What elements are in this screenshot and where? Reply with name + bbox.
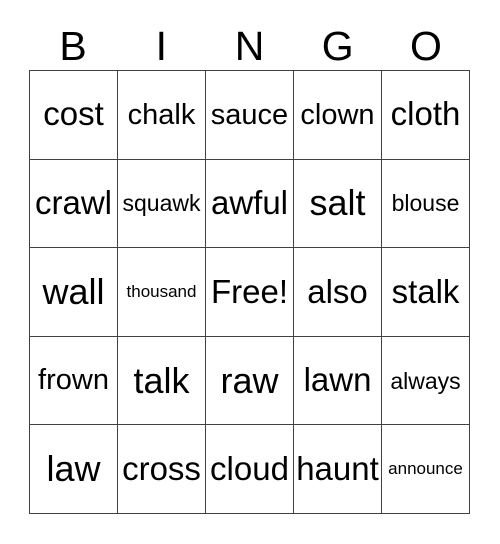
- bingo-cell-label: squawk: [122, 190, 201, 217]
- bingo-row: frown talk raw lawn always: [30, 336, 470, 426]
- bingo-cell-label: salt: [309, 182, 366, 224]
- bingo-cell[interactable]: cost: [30, 71, 118, 160]
- bingo-cell[interactable]: Free!: [206, 248, 294, 337]
- bingo-card: B I N G O cost chalk sauce clown cloth crawl squaw…: [0, 0, 500, 544]
- bingo-cell[interactable]: blouse: [382, 159, 470, 249]
- bingo-cell[interactable]: squawk: [118, 159, 206, 249]
- bingo-cell[interactable]: clown: [294, 71, 382, 160]
- bingo-cell[interactable]: raw: [206, 336, 294, 426]
- bingo-cell[interactable]: cloth: [382, 71, 470, 160]
- bingo-cell[interactable]: stalk: [382, 248, 470, 337]
- bingo-cell[interactable]: also: [294, 248, 382, 337]
- bingo-cell-label: talk: [133, 359, 190, 401]
- bingo-cell-label: sauce: [210, 98, 289, 131]
- bingo-cell[interactable]: chalk: [118, 71, 206, 160]
- bingo-cell-label: raw: [220, 359, 279, 401]
- bingo-header-letter-i: I: [155, 23, 167, 69]
- bingo-cell[interactable]: cloud: [206, 425, 294, 514]
- bingo-cell-label: thousand: [126, 282, 197, 302]
- bingo-cell-label: also: [307, 272, 368, 310]
- bingo-cell[interactable]: awful: [206, 159, 294, 249]
- bingo-cell[interactable]: sauce: [206, 71, 294, 160]
- bingo-cell[interactable]: thousand: [118, 248, 206, 337]
- bingo-cell-label: wall: [42, 271, 105, 313]
- bingo-cell-label: cost: [43, 95, 104, 133]
- bingo-header-letter-o: O: [409, 23, 442, 69]
- bingo-header-letter-b: B: [59, 23, 87, 69]
- bingo-cell[interactable]: salt: [294, 159, 382, 249]
- bingo-row: cost chalk sauce clown cloth: [30, 71, 470, 160]
- bingo-cell[interactable]: wall: [30, 248, 118, 337]
- bingo-cell-label: law: [46, 448, 101, 490]
- bingo-row: law cross cloud haunt announce: [30, 425, 470, 514]
- bingo-cell-label: haunt: [296, 449, 379, 487]
- bingo-cell-label: cloth: [390, 95, 461, 133]
- bingo-cell-label: stalk: [391, 272, 460, 310]
- bingo-cell[interactable]: frown: [30, 336, 118, 426]
- bingo-cell[interactable]: lawn: [294, 336, 382, 426]
- bingo-cell[interactable]: law: [30, 425, 118, 514]
- bingo-cell-label: awful: [210, 184, 289, 222]
- bingo-cell-label: lawn: [303, 361, 372, 399]
- bingo-header-row: BINGO: [29, 14, 470, 68]
- bingo-cell-label: cross: [122, 449, 201, 487]
- bingo-cell-label: announce: [388, 459, 463, 479]
- bingo-cell-label: cloud: [210, 449, 289, 487]
- bingo-cell[interactable]: talk: [118, 336, 206, 426]
- bingo-header-letter-n: N: [234, 23, 265, 69]
- bingo-row: crawl squawk awful salt blouse: [30, 159, 470, 249]
- bingo-cell[interactable]: cross: [118, 425, 206, 514]
- bingo-cell-label: clown: [300, 98, 375, 131]
- bingo-cell[interactable]: haunt: [294, 425, 382, 514]
- bingo-cell-label: Free!: [210, 272, 289, 310]
- bingo-cell-label: crawl: [34, 184, 112, 222]
- bingo-header-letter-g: G: [321, 23, 354, 69]
- bingo-cell-label: blouse: [391, 190, 460, 217]
- bingo-cell-label: frown: [38, 364, 109, 397]
- bingo-cell[interactable]: crawl: [30, 159, 118, 249]
- bingo-cell[interactable]: announce: [382, 425, 470, 514]
- bingo-cell-label: chalk: [127, 98, 196, 131]
- bingo-cell[interactable]: always: [382, 336, 470, 426]
- bingo-cell-label: always: [390, 367, 461, 394]
- bingo-row: wall thousand Free! also stalk: [30, 248, 470, 337]
- bingo-grid: cost chalk sauce clown cloth crawl squawk awful…: [29, 70, 470, 514]
